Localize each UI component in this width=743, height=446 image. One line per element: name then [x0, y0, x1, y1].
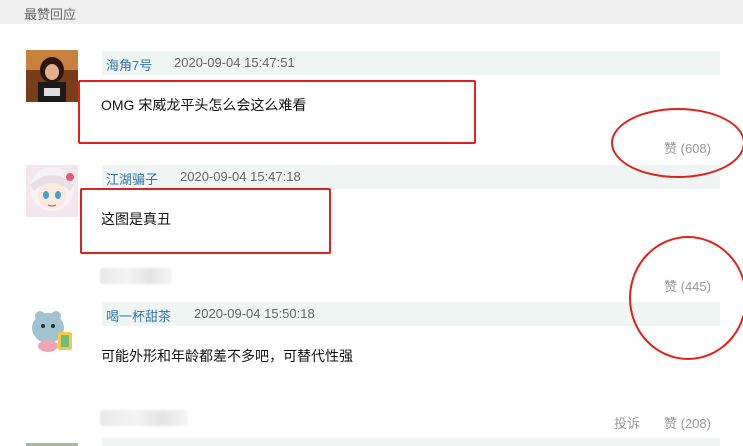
comment-meta-bar: 喝一杯甜茶 2020-09-04 15:50:18 — [102, 302, 720, 326]
cartoon-animal-avatar-icon — [26, 302, 78, 354]
user-avatar[interactable] — [26, 50, 78, 102]
user-avatar[interactable] — [26, 165, 78, 217]
comment-meta-bar: 海角7号 2020-09-04 15:47:51 — [102, 51, 720, 75]
anime-girl-avatar-icon — [26, 165, 78, 217]
photo-avatar-icon — [26, 50, 78, 102]
red-highlight-box — [78, 80, 476, 144]
username-link[interactable]: 喝一杯甜茶 — [106, 306, 171, 325]
comment-timestamp: 2020-09-04 15:47:51 — [174, 55, 295, 70]
section-header: 最赞回应 — [0, 0, 743, 24]
username-link[interactable]: 海角7号 — [106, 55, 152, 74]
like-button[interactable]: 赞 (208) — [664, 413, 711, 432]
comment-meta-bar: 江湖骗子 2020-09-04 15:47:18 — [102, 165, 720, 189]
comment-timestamp: 2020-09-04 15:50:18 — [194, 306, 315, 321]
red-highlight-circle — [611, 108, 743, 178]
comment-timestamp: 2020-09-04 15:47:18 — [180, 169, 301, 184]
blurred-text — [100, 268, 172, 284]
red-highlight-circle — [629, 236, 743, 360]
user-avatar[interactable] — [26, 438, 78, 446]
comment-text: 可能外形和年龄都差不多吧，可替代性强 — [101, 348, 353, 364]
user-avatar[interactable] — [26, 302, 78, 354]
report-link[interactable]: 投诉 — [614, 413, 640, 432]
comment-meta-bar — [102, 438, 720, 446]
red-highlight-box — [80, 188, 331, 254]
username-link[interactable]: 江湖骗子 — [106, 169, 158, 188]
blurred-text — [100, 410, 188, 426]
section-title: 最赞回应 — [24, 7, 77, 22]
